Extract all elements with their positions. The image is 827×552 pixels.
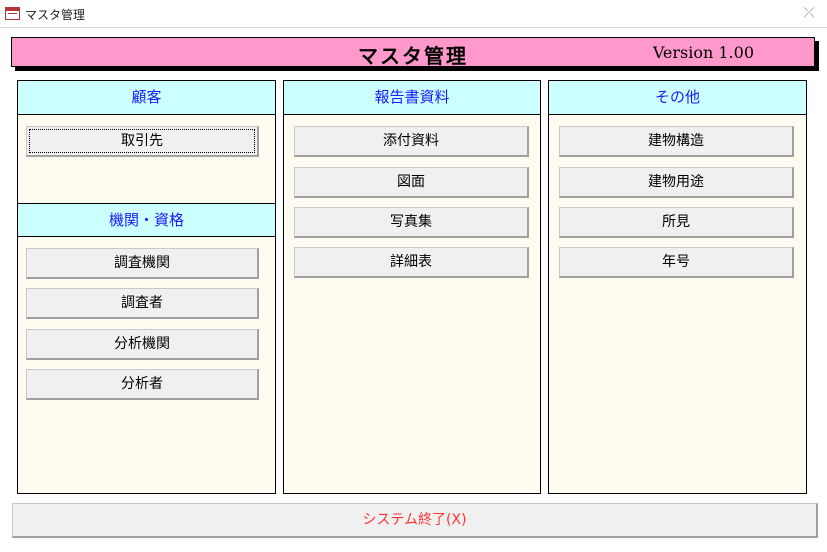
- section-header-customer: 顧客: [18, 81, 275, 115]
- title-bar: マスタ管理 ⤫: [0, 0, 827, 28]
- building-structure-button[interactable]: 建物構造: [559, 126, 794, 157]
- surveyor-button[interactable]: 調査者: [26, 288, 259, 319]
- attachment-button[interactable]: 添付資料: [294, 126, 529, 157]
- section-header-institution: 機関・資格: [18, 203, 275, 237]
- building-use-button[interactable]: 建物用途: [559, 167, 794, 198]
- section-header-report: 報告書資料: [284, 81, 540, 115]
- window-title: マスタ管理: [25, 8, 86, 22]
- era-name-button[interactable]: 年号: [559, 247, 794, 278]
- analyst-button[interactable]: 分析者: [26, 369, 259, 400]
- photo-album-button[interactable]: 写真集: [294, 207, 529, 238]
- exit-system-button[interactable]: システム終了(X): [12, 503, 818, 538]
- analysis-institution-button[interactable]: 分析機関: [26, 329, 259, 360]
- findings-button[interactable]: 所見: [559, 207, 794, 238]
- survey-institution-button[interactable]: 調査機関: [26, 248, 259, 279]
- drawing-button[interactable]: 図面: [294, 167, 529, 198]
- panel-customer-institution: 顧客 取引先 機関・資格 調査機関 調査者 分析機関 分析者: [17, 80, 276, 494]
- customer-button[interactable]: 取引先: [26, 126, 259, 157]
- close-icon[interactable]: ⤫: [801, 5, 817, 21]
- header-banner: マスタ管理 Version 1.00: [11, 37, 815, 68]
- detail-table-button[interactable]: 詳細表: [294, 247, 529, 278]
- form-icon: [5, 7, 20, 20]
- version-label: Version 1.00: [652, 43, 754, 62]
- panel-report: 報告書資料 添付資料 図面 写真集 詳細表: [283, 80, 541, 494]
- section-header-other: その他: [549, 81, 806, 115]
- panel-other: その他 建物構造 建物用途 所見 年号: [548, 80, 807, 494]
